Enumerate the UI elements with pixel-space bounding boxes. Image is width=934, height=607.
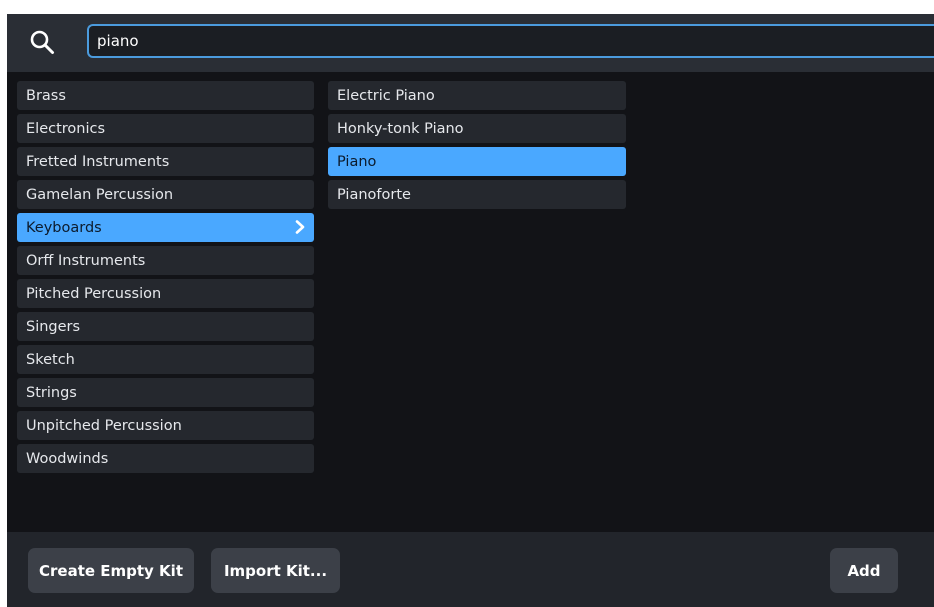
category-label: Sketch (26, 351, 75, 368)
footer-bar: Create Empty Kit Import Kit... Add (7, 532, 934, 607)
instrument-item[interactable]: Electric Piano (328, 81, 626, 110)
instrument-picker-window: Brass Electronics Fretted Instruments Ga… (7, 14, 934, 607)
category-label: Brass (26, 87, 66, 104)
import-kit-button[interactable]: Import Kit... (211, 548, 340, 593)
chevron-right-icon (295, 220, 305, 234)
search-input[interactable] (87, 24, 934, 58)
create-empty-kit-button[interactable]: Create Empty Kit (28, 548, 194, 593)
category-item[interactable]: Orff Instruments (17, 246, 314, 275)
category-label: Electronics (26, 120, 106, 137)
instrument-item[interactable]: Honky-tonk Piano (328, 114, 626, 143)
category-item[interactable]: Unpitched Percussion (17, 411, 314, 440)
category-label: Gamelan Percussion (26, 186, 174, 203)
instrument-item[interactable]: Pianoforte (328, 180, 626, 209)
category-item[interactable]: Brass (17, 81, 314, 110)
category-list: Brass Electronics Fretted Instruments Ga… (17, 81, 314, 477)
search-icon (30, 30, 54, 54)
category-item[interactable]: Woodwinds (17, 444, 314, 473)
category-item[interactable]: Singers (17, 312, 314, 341)
category-item[interactable]: Gamelan Percussion (17, 180, 314, 209)
category-label: Woodwinds (26, 450, 109, 467)
instrument-label: Honky-tonk Piano (337, 120, 464, 137)
instrument-list: Electric Piano Honky-tonk Piano Piano Pi… (328, 81, 626, 213)
category-label: Pitched Percussion (26, 285, 162, 302)
instrument-label: Piano (337, 153, 377, 170)
category-item[interactable]: Electronics (17, 114, 314, 143)
instrument-item[interactable]: Piano (328, 147, 626, 176)
category-item[interactable]: Fretted Instruments (17, 147, 314, 176)
category-label: Fretted Instruments (26, 153, 170, 170)
category-item[interactable]: Pitched Percussion (17, 279, 314, 308)
instrument-label: Electric Piano (337, 87, 435, 104)
category-item-keyboards[interactable]: Keyboards (17, 213, 314, 242)
category-label: Strings (26, 384, 77, 401)
instrument-label: Pianoforte (337, 186, 411, 203)
category-label: Singers (26, 318, 81, 335)
category-label: Unpitched Percussion (26, 417, 182, 434)
category-item[interactable]: Sketch (17, 345, 314, 374)
search-bar (7, 14, 934, 72)
category-item[interactable]: Strings (17, 378, 314, 407)
add-button[interactable]: Add (830, 548, 898, 593)
category-label: Keyboards (26, 219, 102, 236)
category-label: Orff Instruments (26, 252, 146, 269)
